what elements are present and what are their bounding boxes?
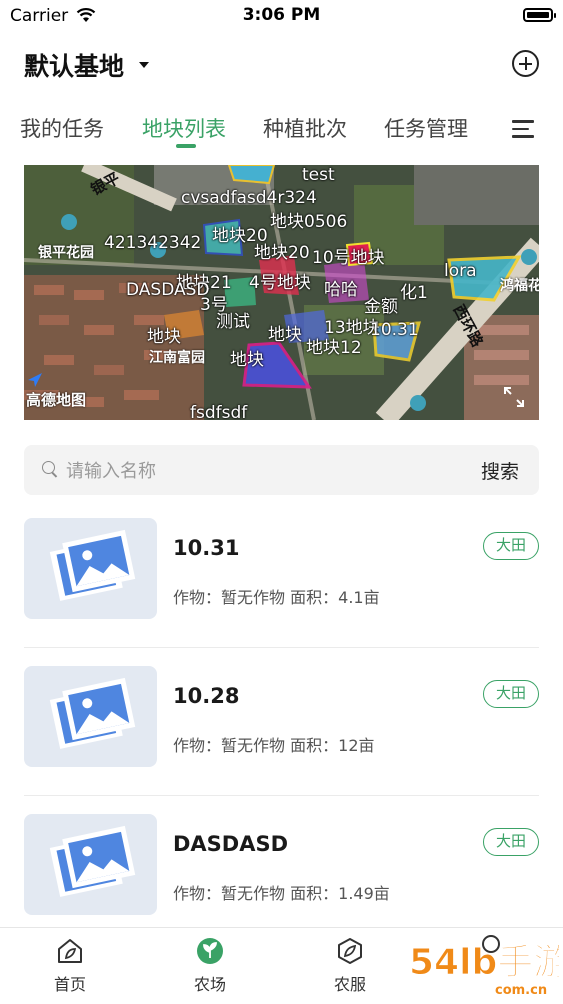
clock: 3:06 PM [242,5,321,25]
map-plot-label[interactable]: 地块 [268,320,302,345]
plot-name: DASDASD [173,832,289,856]
plot-type-badge: 大田 [483,680,539,708]
map-plot-label[interactable]: 地块 [230,345,264,370]
nav-service-label: 农服 [333,975,366,994]
farm-leaf-icon [197,938,223,964]
watermark-graphic: 54lb手游网 com.cn [409,942,563,999]
map-plot-label[interactable]: 地块20 [254,238,310,263]
plot-name: 10.31 [173,536,240,560]
watermark-text: 54lb手游网 [409,942,559,983]
battery-icon [523,8,556,22]
map-plot-label[interactable]: DASDASD [126,280,210,300]
watermark-logo: 54lb手游网 com.cn [409,930,563,1000]
expand-map-icon[interactable] [503,386,525,408]
menu-icon[interactable] [512,120,536,138]
base-selector[interactable]: 默认基地 [24,47,124,83]
map-provider-name: 高德地图 [26,391,87,409]
map-plot-label[interactable]: 化1 [400,278,428,303]
tab-my-tasks[interactable]: 我的任务 [20,113,104,143]
map-poi-label: 银平花园 [38,245,94,261]
nav-farm[interactable]: 农场 [160,928,260,1002]
map-plot-label[interactable]: 10号地块 [312,243,385,268]
map-plot-label[interactable]: 地块12 [306,333,362,358]
tab-plot-list[interactable]: 地块列表 [142,113,226,143]
map-plot-label[interactable]: 地块0506 [270,207,347,232]
plot-list-item[interactable]: DASDASD 作物：暂无作物 面积：1.49亩 大田 [0,796,563,944]
home-leaf-icon [58,939,82,963]
add-button[interactable] [512,50,539,77]
header: 默认基地 [0,40,563,88]
tab-task-management[interactable]: 任务管理 [384,113,468,143]
map-plot-label[interactable]: 421342342 [104,233,201,253]
map-plot-label[interactable]: 地块 [147,322,181,347]
nav-service[interactable]: 农服 [300,928,400,1002]
tab-planting-batches[interactable]: 种植批次 [263,113,347,143]
map-plot-label[interactable]: 哈哈 [324,275,358,300]
plot-meta: 作物：暂无作物 面积：4.1亩 [173,588,380,607]
plot-type-badge: 大田 [483,532,539,560]
plot-list-item[interactable]: 10.28 作物：暂无作物 面积：12亩 大田 [0,648,563,796]
map-plot-label[interactable]: lora [444,261,477,281]
bottom-nav: 首页 农场 农服 54lb手游网 com.cn [0,927,563,1002]
tab-bar: 我的任务 地块列表 种植批次 任务管理 [0,106,563,150]
active-tab-indicator [176,144,196,148]
plot-type-badge: 大田 [483,828,539,856]
image-placeholder-icon [49,677,136,749]
image-placeholder-icon [49,529,136,601]
map-plot-label[interactable]: 10.31 [370,320,419,340]
plot-thumbnail [24,666,157,767]
nav-farm-label: 农场 [193,975,226,994]
map-plot-label[interactable]: fsdfsdf [190,403,247,420]
map-plot-label[interactable]: 测试 [216,307,250,332]
search-bar: 搜索 [24,445,539,495]
service-leaf-icon [338,938,362,964]
map-plot-label[interactable]: cvsadfasd4r324 [181,188,317,208]
watermark-subtext: com.cn [495,983,547,998]
plot-meta: 作物：暂无作物 面积：12亩 [173,736,375,755]
search-icon [42,461,55,474]
map-poi-label: 鸿福花 [500,278,539,294]
plot-thumbnail [24,814,157,915]
navigation-arrow-icon [28,373,42,387]
image-placeholder-icon [49,825,136,897]
plot-list-item[interactable]: 10.31 作物：暂无作物 面积：4.1亩 大田 [0,500,563,648]
search-button[interactable]: 搜索 [481,457,519,484]
plot-meta: 作物：暂无作物 面积：1.49亩 [173,884,390,903]
map-plot-label[interactable]: test [302,165,335,185]
map-provider-logo: 高德地图 [26,371,86,410]
plot-map[interactable]: cvsadfasd4r324 地块0506 test 421342342 地块2… [24,165,539,420]
plot-thumbnail [24,518,157,619]
map-poi-label: 江南富园 [149,350,205,366]
caret-down-icon[interactable] [139,62,149,68]
map-plot-label[interactable]: 4号地块 [249,268,311,293]
status-bar: Carrier 3:06 PM [0,0,563,32]
nav-home[interactable]: 首页 [20,928,120,1002]
nav-home-label: 首页 [53,975,86,994]
search-input[interactable] [64,453,448,489]
plot-name: 10.28 [173,684,240,708]
